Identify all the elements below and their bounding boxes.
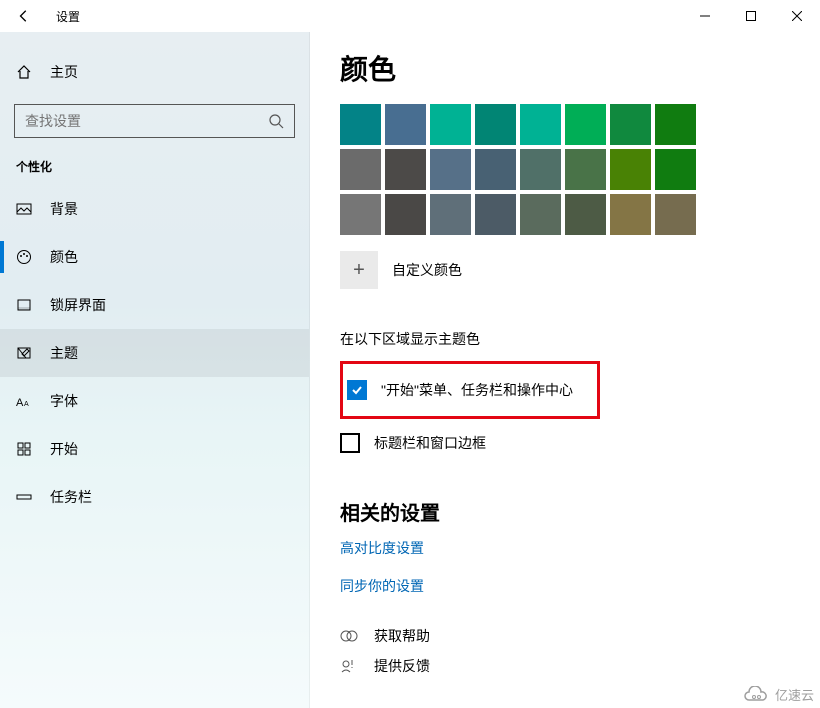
sidebar-item-taskbar[interactable]: 任务栏 [0, 473, 309, 521]
sidebar-item-themes[interactable]: 主题 [0, 329, 309, 377]
color-swatch[interactable] [520, 104, 561, 145]
color-swatch[interactable] [520, 149, 561, 190]
window-title: 设置 [56, 8, 80, 25]
checkbox-label: 标题栏和窗口边框 [374, 433, 486, 453]
accent-surfaces-label: 在以下区域显示主题色 [340, 329, 790, 349]
taskbar-icon [16, 489, 32, 505]
color-swatch[interactable] [610, 194, 651, 235]
checkbox-start-taskbar[interactable] [347, 380, 367, 400]
color-swatch[interactable] [385, 149, 426, 190]
color-swatch[interactable] [520, 194, 561, 235]
content: 颜色 + 自定义颜色 在以下区域显示主题色 "开始"菜单、任务栏和操作中心 标题… [310, 32, 820, 708]
lockscreen-icon [16, 297, 32, 313]
color-swatch[interactable] [430, 104, 471, 145]
feedback-label: 提供反馈 [374, 656, 430, 676]
cloud-icon [741, 686, 771, 704]
color-swatch[interactable] [475, 149, 516, 190]
sidebar-item-start[interactable]: 开始 [0, 425, 309, 473]
home-label: 主页 [50, 62, 78, 82]
link-sync-settings[interactable]: 同步你的设置 [340, 576, 790, 596]
color-swatch[interactable] [430, 194, 471, 235]
custom-color-label: 自定义颜色 [392, 260, 462, 280]
color-swatch[interactable] [385, 104, 426, 145]
color-swatch[interactable] [475, 104, 516, 145]
theme-icon [16, 345, 32, 361]
nav-label: 背景 [50, 199, 78, 219]
picture-icon [16, 201, 32, 217]
feedback-link[interactable]: 提供反馈 [340, 656, 790, 676]
color-swatch[interactable] [430, 149, 471, 190]
nav-label: 开始 [50, 439, 78, 459]
color-swatch[interactable] [655, 149, 696, 190]
color-swatch[interactable] [340, 194, 381, 235]
color-swatch[interactable] [655, 194, 696, 235]
home-nav[interactable]: 主页 [0, 52, 309, 92]
sidebar-item-background[interactable]: 背景 [0, 185, 309, 233]
watermark: 亿速云 [741, 685, 814, 704]
custom-color-button[interactable]: + [340, 251, 378, 289]
get-help-link[interactable]: 获取帮助 [340, 626, 790, 646]
color-swatch[interactable] [565, 149, 606, 190]
color-swatch[interactable] [565, 194, 606, 235]
color-swatch[interactable] [385, 194, 426, 235]
svg-text:A: A [24, 401, 29, 408]
sidebar-item-fonts[interactable]: AA 字体 [0, 377, 309, 425]
color-swatch[interactable] [340, 149, 381, 190]
watermark-text: 亿速云 [775, 685, 814, 704]
sidebar-item-colors[interactable]: 颜色 [0, 233, 309, 281]
search-icon [268, 113, 284, 129]
link-high-contrast[interactable]: 高对比度设置 [340, 538, 790, 558]
help-label: 获取帮助 [374, 626, 430, 646]
back-button[interactable] [0, 0, 48, 32]
group-label: 个性化 [0, 158, 309, 175]
svg-text:A: A [16, 397, 24, 409]
color-swatch[interactable] [610, 104, 651, 145]
color-swatch[interactable] [475, 194, 516, 235]
related-settings-title: 相关的设置 [340, 497, 790, 526]
palette-icon [16, 249, 32, 265]
sidebar-item-lockscreen[interactable]: 锁屏界面 [0, 281, 309, 329]
search-box[interactable] [14, 104, 295, 138]
close-button[interactable] [774, 0, 820, 32]
page-title: 颜色 [340, 48, 790, 88]
color-swatch[interactable] [340, 104, 381, 145]
nav-label: 主题 [50, 343, 78, 363]
nav-label: 字体 [50, 391, 78, 411]
search-input[interactable] [25, 113, 268, 129]
home-icon [16, 64, 32, 80]
minimize-button[interactable] [682, 0, 728, 32]
feedback-icon [340, 657, 358, 675]
color-swatch[interactable] [565, 104, 606, 145]
nav-label: 任务栏 [50, 487, 92, 507]
nav-label: 锁屏界面 [50, 295, 106, 315]
checkbox-label: "开始"菜单、任务栏和操作中心 [381, 380, 573, 400]
sidebar: 主页 个性化 背景 颜色 锁屏界面 主题 AA 字体 开始 [0, 32, 310, 708]
maximize-button[interactable] [728, 0, 774, 32]
checkbox-titlebars[interactable] [340, 433, 360, 453]
color-swatch[interactable] [610, 149, 651, 190]
start-icon [16, 441, 32, 457]
nav-label: 颜色 [50, 247, 78, 267]
color-swatch[interactable] [655, 104, 696, 145]
help-icon [340, 627, 358, 645]
font-icon: AA [16, 393, 32, 409]
color-swatches [340, 104, 790, 235]
highlight-annotation: "开始"菜单、任务栏和操作中心 [340, 361, 600, 419]
